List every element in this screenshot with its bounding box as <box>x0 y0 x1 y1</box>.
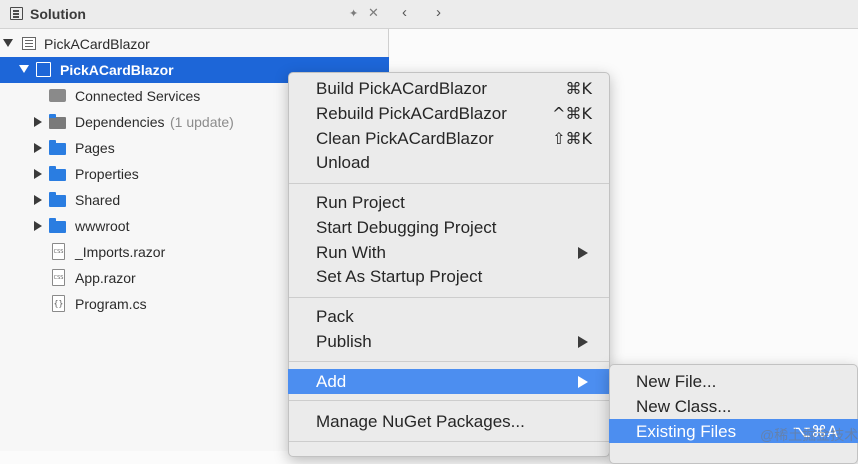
tree-item-label: Pages <box>75 140 115 156</box>
forward-arrow-icon[interactable]: › <box>436 4 441 21</box>
folder-icon <box>49 218 66 233</box>
shortcut-label: ^⌘K <box>552 104 592 123</box>
tree-item-label: _Imports.razor <box>75 244 166 260</box>
menu-separator <box>289 361 609 362</box>
menu-item-label: Publish <box>316 332 372 351</box>
submenu-item-new-file[interactable]: New File... <box>609 369 858 393</box>
collapse-triangle-icon[interactable] <box>19 65 29 73</box>
watermark: @稀土掘金技术社区 <box>760 427 858 443</box>
solution-icon <box>22 37 36 50</box>
menu-item-run-with[interactable]: Run With <box>288 240 610 265</box>
menu-item-build[interactable]: Build PickACardBlazor ⌘K <box>288 76 610 101</box>
menu-separator <box>289 297 609 298</box>
menu-item-set-startup[interactable]: Set As Startup Project <box>288 264 610 289</box>
collapse-triangle-icon[interactable] <box>3 39 13 47</box>
expand-triangle-icon[interactable] <box>34 143 42 153</box>
expand-triangle-icon[interactable] <box>34 117 42 127</box>
menu-separator <box>289 183 609 184</box>
pin-icon[interactable]: ✦ <box>349 7 358 20</box>
tree-item-label: Connected Services <box>75 88 201 104</box>
tree-item-label: App.razor <box>75 270 136 286</box>
solution-pad-icon <box>10 7 23 20</box>
tree-item-label: PickACardBlazor <box>60 62 174 78</box>
menu-item-label: Rebuild PickACardBlazor <box>316 104 507 123</box>
expand-triangle-icon[interactable] <box>34 221 42 231</box>
close-icon[interactable]: ✕ <box>368 5 379 21</box>
razor-file-icon: CSS <box>52 269 65 286</box>
submenu-item-label: New File... <box>636 372 717 391</box>
menu-item-label: Add <box>316 372 347 391</box>
submenu-arrow-icon <box>578 247 588 259</box>
tree-item-label: Program.cs <box>75 296 147 312</box>
editor-tab-bar <box>389 0 858 29</box>
solution-pad-title: Solution <box>30 6 86 22</box>
submenu-arrow-icon <box>578 376 588 388</box>
menu-item-label: Clean PickACardBlazor <box>316 129 494 148</box>
menu-item-rebuild[interactable]: Rebuild PickACardBlazor ^⌘K <box>288 101 610 126</box>
update-note: (1 update) <box>170 114 234 130</box>
dependencies-folder-icon <box>49 114 66 129</box>
menu-item-label: Manage NuGet Packages... <box>316 412 525 431</box>
tree-item-label: wwwroot <box>75 218 130 234</box>
back-arrow-icon[interactable]: ‹ <box>402 4 407 21</box>
tree-item-label: PickACardBlazor <box>44 36 150 52</box>
expand-triangle-icon[interactable] <box>34 195 42 205</box>
tree-item-label: Properties <box>75 166 139 182</box>
menu-item-pack[interactable]: Pack <box>288 304 610 329</box>
menu-item-label: Start Debugging Project <box>316 218 497 237</box>
menu-separator <box>289 441 609 442</box>
menu-item-label: Build PickACardBlazor <box>316 79 488 98</box>
folder-icon <box>49 140 66 155</box>
menu-item-clean[interactable]: Clean PickACardBlazor ⇧⌘K <box>288 126 610 151</box>
project-icon <box>36 62 51 77</box>
folder-icon <box>49 166 66 181</box>
menu-item-add[interactable]: Add <box>288 369 610 394</box>
submenu-item-new-class[interactable]: New Class... <box>609 394 858 418</box>
menu-item-label: Pack <box>316 307 354 326</box>
menu-item-publish[interactable]: Publish <box>288 329 610 354</box>
menu-item-label: Run Project <box>316 193 405 212</box>
shortcut-label: ⇧⌘K <box>552 129 592 148</box>
tree-item-label: Shared <box>75 192 121 208</box>
menu-item-unload[interactable]: Unload <box>288 150 610 175</box>
csharp-file-icon: {} <box>52 295 65 312</box>
menu-item-label: Unload <box>316 153 370 172</box>
menu-item-start-debugging[interactable]: Start Debugging Project <box>288 215 610 240</box>
tree-item-solution[interactable]: PickACardBlazor <box>0 31 389 57</box>
razor-file-icon: CSS <box>52 243 65 260</box>
shortcut-label: ⌘K <box>565 79 593 98</box>
expand-triangle-icon[interactable] <box>34 169 42 179</box>
menu-item-manage-nuget[interactable]: Manage NuGet Packages... <box>288 409 610 434</box>
menu-item-label: Run With <box>316 243 386 262</box>
menu-separator <box>289 400 609 401</box>
submenu-item-label: New Class... <box>636 397 732 416</box>
menu-item-label: Set As Startup Project <box>316 267 483 286</box>
submenu-arrow-icon <box>578 336 588 348</box>
folder-icon <box>49 192 66 207</box>
menu-item-run-project[interactable]: Run Project <box>288 190 610 215</box>
tree-item-label: Dependencies <box>75 114 165 130</box>
connected-services-icon <box>49 89 66 102</box>
submenu-item-label: Existing Files <box>636 422 737 441</box>
